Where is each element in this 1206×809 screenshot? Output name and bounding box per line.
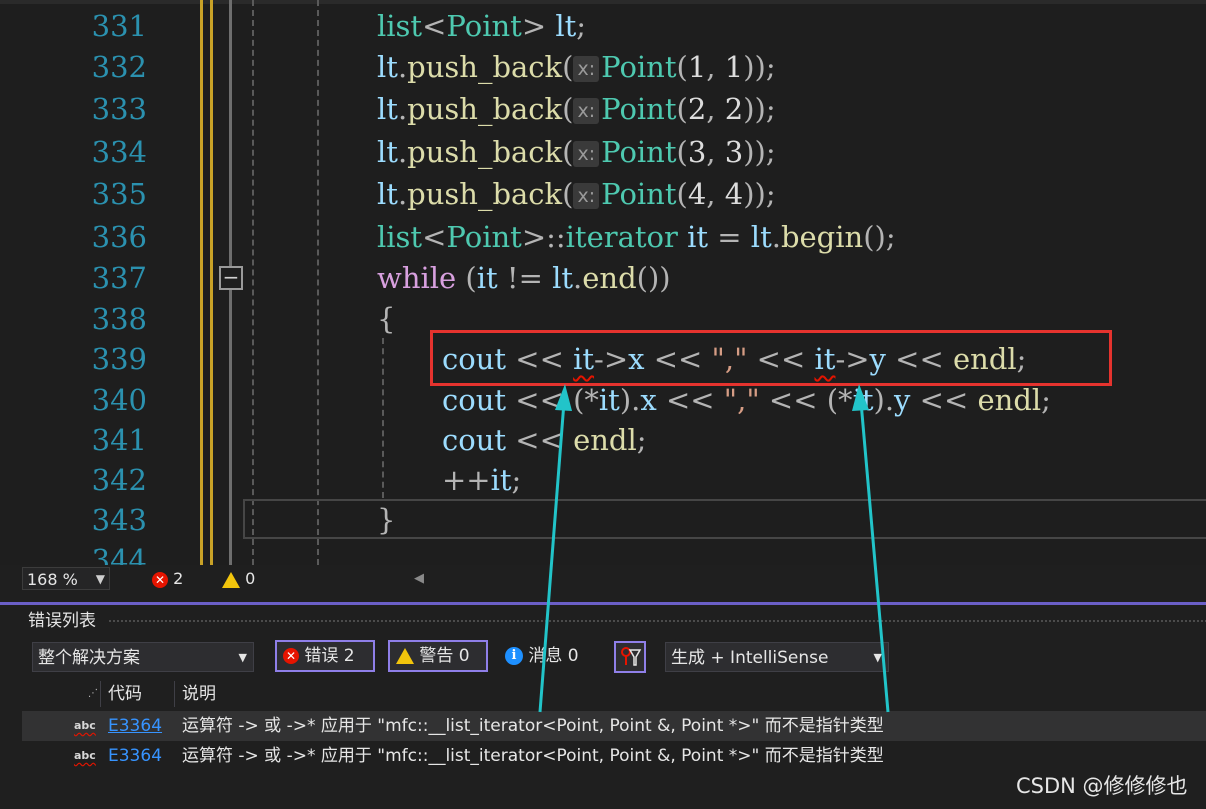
errors-filter-button[interactable]: ✕ 错误 2 (275, 640, 375, 672)
line-number: 342 (91, 463, 147, 497)
code-line[interactable]: 343 } (0, 500, 1206, 540)
code-text: list<Point>::iterator it = lt.begin(); (377, 220, 896, 254)
highlight-box (430, 330, 1112, 386)
error-icon: ✕ (283, 648, 299, 664)
error-code-link[interactable]: E3364 (108, 741, 162, 771)
parameter-hint: x: (573, 183, 600, 209)
scope-dropdown[interactable]: 整个解决方案 ▼ (32, 642, 254, 672)
code-line[interactable]: 335 lt.push_back(x: Point(4, 4)); (0, 174, 1206, 214)
editor-status-bar: 168 % ▼ ✕ 2 0 ◀ (0, 565, 1206, 592)
zoom-dropdown[interactable]: 168 % ▼ (22, 567, 110, 590)
code-text: cout << endl; (442, 423, 647, 457)
error-code-link[interactable]: E3364 (108, 711, 162, 741)
code-line[interactable]: 332 lt.push_back(x: Point(1, 1)); (0, 47, 1206, 87)
warning-count[interactable]: 0 (222, 567, 255, 590)
intellisense-icon: abc (74, 719, 96, 732)
info-icon: i (505, 647, 523, 665)
code-text: while (it != lt.end()) (377, 261, 671, 295)
scroll-left-icon[interactable]: ◀ (414, 567, 424, 590)
sort-icon[interactable]: ⋰ (88, 679, 98, 709)
line-number: 337 (91, 261, 147, 295)
line-number: 340 (91, 383, 147, 417)
column-code[interactable]: 代码 (108, 679, 142, 709)
drag-grip[interactable] (108, 619, 1206, 623)
line-number: 341 (91, 423, 147, 457)
code-text: lt.push_back(x: Point(1, 1)); (377, 50, 776, 84)
line-number: 333 (91, 92, 147, 126)
warning-icon (222, 571, 240, 588)
line-number: 344 (91, 543, 147, 565)
code-line[interactable]: 342 ++it; (0, 460, 1206, 500)
panel-title: 错误列表 (28, 611, 96, 631)
line-number: 335 (91, 177, 147, 211)
line-number: 331 (91, 9, 147, 43)
error-icon: ✕ (152, 571, 168, 588)
messages-filter-button[interactable]: i 消息 0 (505, 640, 579, 672)
code-text: lt.push_back(x: Point(4, 4)); (377, 177, 776, 211)
code-text: list<Point> lt; (377, 9, 587, 43)
code-text: lt.push_back(x: Point(2, 2)); (377, 92, 776, 126)
code-text: } (377, 503, 396, 537)
column-header: ⋰ 代码 说明 (22, 679, 1206, 709)
code-line[interactable]: 334 lt.push_back(x: Point(3, 3)); (0, 132, 1206, 172)
chevron-down-icon: ▼ (238, 651, 247, 664)
error-description: 运算符 -> 或 ->* 应用于 "mfc::__list_iterator<P… (182, 746, 884, 766)
parameter-hint: x: (573, 141, 600, 167)
column-description[interactable]: 说明 (182, 679, 216, 709)
code-editor[interactable]: 331 list<Point> lt; 332 lt.push_back(x: P… (0, 0, 1206, 565)
line-number: 336 (91, 220, 147, 254)
error-description: 运算符 -> 或 ->* 应用于 "mfc::__list_iterator<P… (182, 716, 884, 736)
line-number: 339 (91, 342, 147, 376)
line-number: 332 (91, 50, 147, 84)
intellisense-icon: abc (74, 749, 96, 762)
code-text: ++it; (442, 463, 522, 497)
warnings-filter-button[interactable]: 警告 0 (388, 640, 488, 672)
chevron-down-icon: ▼ (873, 651, 882, 664)
table-row[interactable]: abc E3364 运算符 -> 或 ->* 应用于 "mfc::__list_… (22, 711, 1206, 741)
code-text: cout << (*it).x << "," << (*it).y << end… (442, 383, 1051, 417)
line-number: 338 (91, 302, 147, 336)
code-text: { (377, 302, 396, 336)
filter-icon[interactable] (614, 641, 646, 673)
watermark: CSDN @修修修也 (1016, 774, 1188, 798)
code-line[interactable]: 341 cout << endl; (0, 420, 1206, 460)
editor-top-border (0, 0, 1206, 4)
parameter-hint: x: (573, 98, 600, 124)
error-count[interactable]: ✕ 2 (152, 567, 183, 590)
collapse-toggle-icon[interactable]: − (219, 266, 243, 290)
line-number: 334 (91, 135, 147, 169)
code-line[interactable]: 340 cout << (*it).x << "," << (*it).y <<… (0, 380, 1206, 420)
table-row[interactable]: abc E3364 运算符 -> 或 ->* 应用于 "mfc::__list_… (22, 741, 1206, 771)
warning-icon (396, 648, 414, 664)
code-line[interactable]: 336 list<Point>::iterator it = lt.begin(… (0, 217, 1206, 257)
code-text: lt.push_back(x: Point(3, 3)); (377, 135, 776, 169)
parameter-hint: x: (573, 56, 600, 82)
code-line[interactable]: 344 (0, 540, 1206, 565)
code-line[interactable]: 331 list<Point> lt; (0, 6, 1206, 46)
chevron-down-icon: ▼ (95, 572, 105, 586)
code-line[interactable]: 337 while (it != lt.end()) (0, 258, 1206, 298)
code-line[interactable]: 333 lt.push_back(x: Point(2, 2)); (0, 89, 1206, 129)
build-source-dropdown[interactable]: 生成 + IntelliSense ▼ (665, 642, 889, 672)
line-number: 343 (91, 503, 147, 537)
